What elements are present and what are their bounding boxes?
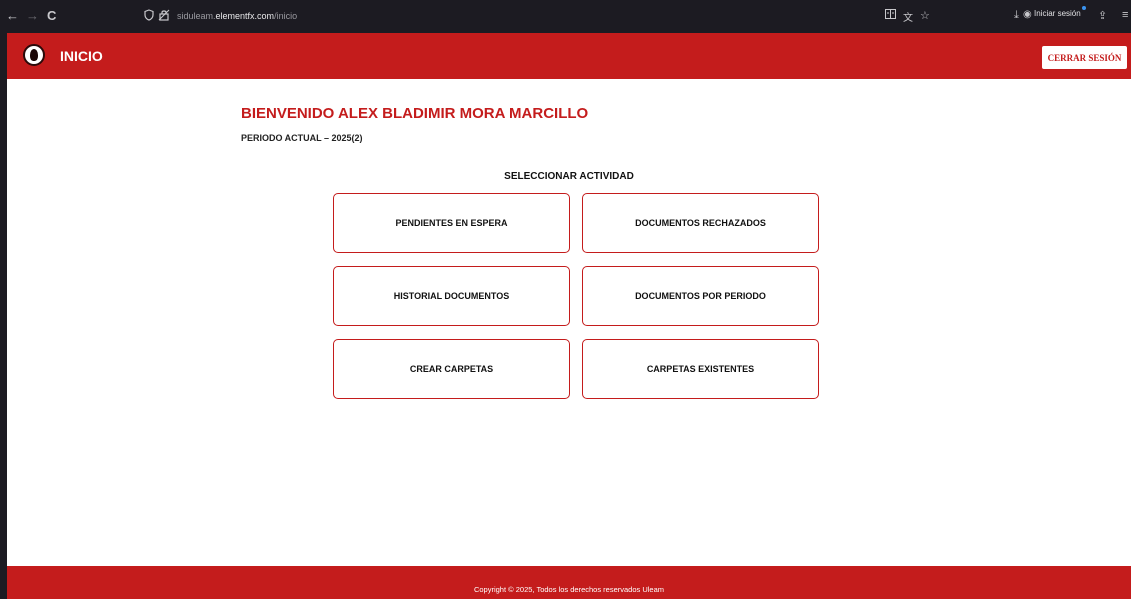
url-domain: elementfx.com (215, 11, 275, 21)
account-icon[interactable]: ◉ (1023, 9, 1032, 20)
page-title: INICIO (60, 48, 103, 64)
extensions-icon[interactable]: ⇪ (1098, 9, 1107, 22)
url-bar[interactable]: siduleam.elementfx.com/inicio (132, 5, 947, 29)
translate-icon[interactable]: 文 (903, 9, 913, 24)
page-viewport: INICIO CERRAR SESIÓN BIENVENIDO ALEX BLA… (7, 33, 1131, 599)
select-activity-title: SELECCIONAR ACTIVIDAD (504, 171, 634, 182)
pending-documents-button[interactable]: PENDIENTES EN ESPERA (333, 193, 570, 253)
url-text[interactable]: siduleam.elementfx.com/inicio (177, 11, 297, 21)
document-history-button[interactable]: HISTORIAL DOCUMENTOS (333, 266, 570, 326)
reload-icon[interactable]: C (47, 8, 56, 24)
uleam-logo-icon (23, 44, 45, 66)
shield-icon[interactable] (144, 9, 154, 24)
sign-in-button[interactable]: Iniciar sesión (1034, 9, 1081, 18)
documents-by-period-button[interactable]: DOCUMENTOS POR PERIODO (582, 266, 819, 326)
activity-grid: PENDIENTES EN ESPERA DOCUMENTOS RECHAZAD… (333, 193, 820, 399)
existing-folders-button[interactable]: CARPETAS EXISTENTES (582, 339, 819, 399)
lock-icon[interactable] (158, 9, 170, 24)
copyright-text: Copyright © 2025, Todos los derechos res… (473, 585, 665, 594)
welcome-heading: BIENVENIDO ALEX BLADIMIR MORA MARCILLO (241, 105, 589, 122)
back-arrow-icon[interactable]: ← (6, 8, 19, 24)
create-folders-button[interactable]: CREAR CARPETAS (333, 339, 570, 399)
current-period-label: PERIODO ACTUAL – 2025(2) (241, 133, 363, 143)
logout-button[interactable]: CERRAR SESIÓN (1042, 46, 1127, 69)
rejected-documents-button[interactable]: DOCUMENTOS RECHAZADOS (582, 193, 819, 253)
url-prefix: siduleam. (177, 11, 216, 21)
app-header: INICIO CERRAR SESIÓN (7, 33, 1131, 79)
notification-dot (1082, 6, 1086, 10)
menu-icon[interactable]: ≡ (1122, 9, 1128, 21)
download-icon[interactable]: ⤓ (1014, 9, 1019, 22)
forward-arrow-icon[interactable]: → (26, 8, 39, 24)
url-path: /inicio (274, 11, 298, 21)
browser-toolbar: ← → C siduleam.elementfx.com/inicio 文 ☆ … (0, 0, 1131, 33)
reader-view-icon[interactable] (885, 9, 896, 22)
bookmark-star-icon[interactable]: ☆ (920, 9, 930, 22)
footer: Copyright © 2025, Todos los derechos res… (7, 566, 1131, 599)
